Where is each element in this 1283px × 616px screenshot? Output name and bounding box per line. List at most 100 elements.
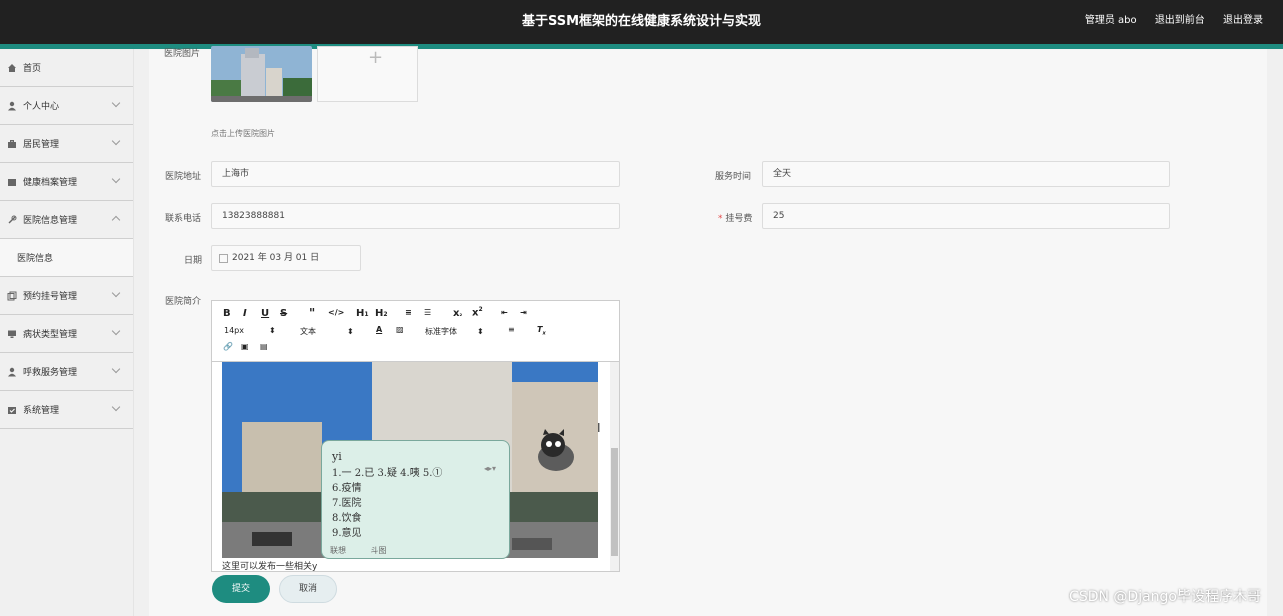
fee-input[interactable]: 25 [762, 203, 1170, 229]
sidebar-item-appointments[interactable]: 预约挂号管理 [0, 277, 133, 315]
pin-icon [6, 214, 17, 225]
text-cursor-icon: I [597, 421, 601, 435]
video-icon[interactable]: ▤ [260, 342, 268, 351]
ime-candidate-8[interactable]: 8.饮食 [332, 509, 362, 524]
strikethrough-icon[interactable]: S [280, 308, 287, 319]
chevron-down-icon [111, 402, 121, 412]
sidebar-item-label: 医院信息管理 [23, 216, 78, 226]
phone-input[interactable]: 13823888881 [211, 203, 620, 229]
address-input[interactable]: 上海市 [211, 161, 620, 187]
editor-text-line[interactable]: 这里可以发布一些相关y [222, 558, 610, 571]
indent-increase-icon[interactable]: ⇥ [520, 308, 527, 317]
sidebar: 首页 个人中心 居民管理 健康档案管理 医院信息管理 医院信息 预约挂号管理 病… [0, 49, 134, 616]
ime-candidate-popup[interactable]: yi 1.一 2.已 3.疑 4.咦 5.① ◂▸▾ 6.疫情 7.医院 8.饮… [321, 429, 574, 559]
monitor-icon [6, 328, 17, 339]
link-icon[interactable]: 🔗 [223, 342, 233, 351]
ime-pinyin: yi [332, 450, 342, 463]
subscript-icon[interactable]: x₂ [453, 308, 462, 319]
font-size-select[interactable]: 14px ⬍ [224, 326, 276, 335]
exit-to-front-link[interactable]: 退出到前台 [1155, 15, 1205, 26]
quote-icon[interactable]: " [309, 306, 315, 320]
indent-decrease-icon[interactable]: ⇤ [501, 308, 508, 317]
bold-icon[interactable]: B [223, 308, 231, 319]
sidebar-item-personal-center[interactable]: 个人中心 [0, 87, 133, 125]
sidebar-item-symptom-types[interactable]: 病状类型管理 [0, 315, 133, 353]
chevron-down-icon [111, 288, 121, 298]
fee-label-text: 挂号费 [725, 214, 753, 224]
chevron-down-icon [111, 326, 121, 336]
hospital-image-thumbnail[interactable] [211, 46, 312, 102]
sidebar-item-label: 病状类型管理 [23, 330, 78, 340]
logout-link[interactable]: 退出登录 [1223, 15, 1263, 26]
date-picker[interactable]: 2021 年 03 月 01 日 [211, 245, 361, 271]
sidebar-item-label: 呼救服务管理 [23, 368, 78, 378]
editor-scrollbar[interactable] [610, 362, 619, 571]
sidebar-item-label: 健康档案管理 [23, 178, 78, 188]
sidebar-item-label: 预约挂号管理 [23, 292, 78, 302]
heading2-icon[interactable]: H2 [375, 308, 388, 319]
hospital-image-label: 医院图片 [164, 49, 201, 59]
top-bar: 基于SSM框架的在线健康系统设计与实现 管理员 abo 退出到前台 退出登录 [0, 0, 1283, 44]
background-color-icon[interactable]: ▨ [396, 325, 404, 334]
sidebar-item-system[interactable]: 系统管理 [0, 391, 133, 429]
ime-tabs: 联想 斗图 [330, 545, 409, 556]
image-upload-box[interactable]: + [317, 46, 418, 102]
text-format-select[interactable]: 文本 ⬍ [300, 326, 354, 337]
underline-icon[interactable]: U [261, 308, 269, 319]
fee-label: * 挂号费 [718, 211, 752, 224]
ime-candidate-9[interactable]: 9.意见 [332, 524, 362, 539]
clear-format-icon[interactable]: Tx [537, 325, 546, 337]
image-icon[interactable]: ▣ [241, 342, 249, 351]
submit-button[interactable]: 提交 [212, 575, 270, 603]
sidebar-item-health-records[interactable]: 健康档案管理 [0, 163, 133, 201]
ime-tab-association[interactable]: 联想 [330, 546, 346, 555]
chevron-down-icon [111, 174, 121, 184]
text-format-value: 文本 [300, 327, 316, 336]
italic-icon[interactable]: I [243, 308, 247, 319]
ime-tab-sticker[interactable]: 斗图 [371, 546, 387, 555]
sidebar-item-home[interactable]: 首页 [0, 49, 133, 87]
sidebar-item-residents[interactable]: 居民管理 [0, 125, 133, 163]
service-time-input[interactable]: 全天 [762, 161, 1170, 187]
date-value: 2021 年 03 月 01 日 [232, 253, 320, 263]
home-icon [6, 62, 17, 73]
sidebar-item-hospital-info-mgmt[interactable]: 医院信息管理 [0, 201, 133, 239]
bullet-list-icon[interactable]: ☰ [424, 308, 431, 317]
heading1-icon[interactable]: H1 [356, 308, 369, 319]
cancel-button[interactable]: 取消 [279, 575, 337, 603]
select-arrows-icon: ⬍ [347, 327, 354, 336]
editor-text: 这里可以发布一些相关y [222, 562, 318, 571]
ime-candidate-row[interactable]: 1.一 2.已 3.疑 4.咦 5.① [332, 464, 442, 479]
superscript-icon[interactable]: x2 [472, 306, 483, 318]
top-links: 管理员 abo 退出到前台 退出登录 [1070, 11, 1263, 26]
csdn-watermark: CSDN @Django毕设程序木哥 [1069, 589, 1261, 605]
ordered-list-icon[interactable]: ≡ [405, 308, 412, 317]
sidebar-subitem-hospital-info[interactable]: 医院信息 [0, 239, 133, 277]
briefcase-icon [6, 138, 17, 149]
font-family-select[interactable]: 标准字体 ⬍ [425, 326, 484, 337]
ime-mascot-icon [538, 429, 574, 471]
upload-hint: 点击上传医院图片 [211, 129, 275, 138]
editor-toolbar: B I U S " </> H1 H2 ≡ ☰ x₂ x2 ⇤ ⇥ 14px ⬍ … [212, 301, 619, 362]
intro-label: 医院简介 [165, 297, 202, 307]
user-icon [6, 366, 17, 377]
code-icon[interactable]: </> [328, 308, 344, 317]
calendar-icon [219, 254, 228, 263]
ime-candidate-6[interactable]: 6.疫情 [332, 479, 362, 494]
admin-user-label: 管理员 abo [1084, 15, 1137, 26]
ime-page-arrows-icon[interactable]: ◂▸▾ [484, 464, 496, 473]
ime-candidate-7[interactable]: 7.医院 [332, 494, 362, 509]
sidebar-item-label: 首页 [23, 64, 42, 74]
phone-label: 联系电话 [165, 214, 202, 224]
calendar-icon [6, 404, 17, 415]
align-icon[interactable]: ≡ [508, 325, 515, 334]
chevron-down-icon [111, 136, 121, 146]
font-color-icon[interactable]: A [376, 325, 382, 334]
chevron-down-icon [111, 98, 121, 108]
font-family-value: 标准字体 [425, 327, 457, 336]
sidebar-item-label: 医院信息 [17, 254, 54, 264]
sidebar-item-label: 系统管理 [23, 406, 60, 416]
service-time-label: 服务时间 [715, 172, 752, 182]
sidebar-item-rescue-service[interactable]: 呼救服务管理 [0, 353, 133, 391]
scrollbar-thumb[interactable] [611, 448, 618, 556]
